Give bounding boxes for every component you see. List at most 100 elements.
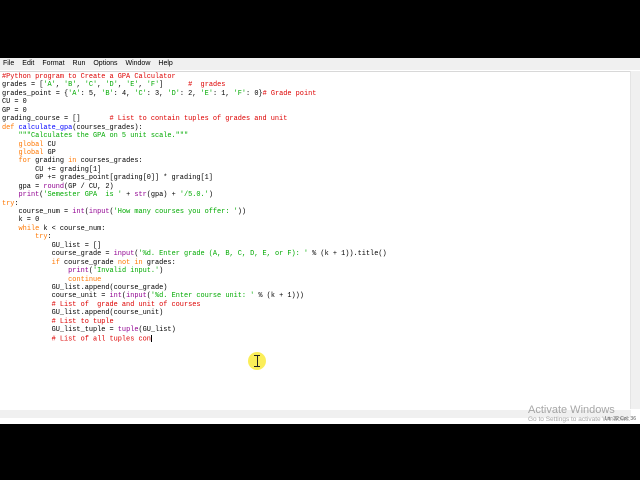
code-token: print bbox=[68, 267, 89, 276]
code-token: GU_list_tuple = bbox=[2, 326, 118, 335]
code-token: for bbox=[18, 157, 31, 166]
code-token: (gpa) + bbox=[146, 191, 180, 200]
code-text: #Python program to Create a GPA Calculat… bbox=[2, 73, 387, 343]
menu-window[interactable]: Window bbox=[121, 58, 154, 70]
code-line: GP += grades_point[grading[0]] * grading… bbox=[2, 174, 387, 182]
code-line: print('Semester GPA is ' + str(gpa) + '/… bbox=[2, 191, 387, 199]
code-token: % (k + 1)).title() bbox=[308, 250, 387, 259]
code-line: #Python program to Create a GPA Calculat… bbox=[2, 73, 387, 81]
code-token: grades = [ bbox=[2, 81, 44, 90]
code-token: courses_grades: bbox=[76, 157, 143, 166]
code-token: % (k + 1))) bbox=[254, 292, 304, 301]
code-token: k < course_num: bbox=[39, 224, 106, 233]
code-token: GP += grades_point[grading[0]] * grading… bbox=[2, 174, 213, 183]
code-token: : 3, bbox=[146, 89, 168, 98]
code-line: CU = 0 bbox=[2, 98, 387, 106]
code-token: if bbox=[51, 258, 60, 267]
code-token: , bbox=[138, 81, 147, 90]
code-token: , bbox=[55, 81, 65, 90]
code-token: )) bbox=[237, 208, 247, 216]
code-token: 'Semester GPA is ' bbox=[43, 191, 122, 200]
code-line: grading_course = [] # List to contain tu… bbox=[2, 115, 387, 123]
code-token: grades_point = { bbox=[2, 89, 69, 98]
code-token: global bbox=[18, 140, 44, 149]
code-line: global GP bbox=[2, 149, 387, 157]
code-line: GU_list.append(course_unit) bbox=[2, 309, 387, 317]
code-token: CU += grading[1] bbox=[2, 165, 102, 174]
code-line: grades = ['A', 'B', 'C', 'D', 'E', 'F'] … bbox=[2, 81, 387, 89]
code-token: ] bbox=[159, 81, 189, 90]
menu-format[interactable]: Format bbox=[38, 58, 68, 70]
menu-help[interactable]: Help bbox=[154, 58, 176, 70]
code-token: calculate_gpa bbox=[18, 123, 73, 132]
vertical-scrollbar[interactable] bbox=[630, 71, 640, 409]
code-token: 'A' bbox=[43, 81, 56, 90]
menu-edit[interactable]: Edit bbox=[18, 58, 38, 70]
code-line: gpa = round(GP / CU, 2) bbox=[2, 183, 387, 191]
code-token: 'D' bbox=[105, 81, 118, 90]
code-token: '/5.0.' bbox=[179, 191, 209, 200]
code-token: # List of grade and unit of courses bbox=[51, 300, 201, 309]
code-token: # Grade point bbox=[262, 89, 317, 98]
code-token: 'How many courses you offer: ' bbox=[113, 208, 238, 216]
code-token: gpa = bbox=[2, 182, 44, 191]
code-token: , bbox=[117, 81, 127, 90]
code-line: # List to tuple bbox=[2, 318, 387, 326]
code-token: # List to contain tuples of grades and u… bbox=[109, 115, 288, 124]
code-token: int bbox=[72, 208, 85, 216]
code-token: print bbox=[18, 191, 40, 200]
menu-run[interactable]: Run bbox=[69, 58, 90, 70]
code-token: : bbox=[14, 199, 19, 208]
code-token: 'F' bbox=[233, 89, 247, 98]
code-token: int bbox=[109, 292, 122, 301]
menu-file[interactable]: File bbox=[0, 58, 18, 70]
code-token: '%d. Enter course unit: ' bbox=[150, 292, 255, 301]
code-token: : 1, bbox=[212, 89, 234, 98]
code-token: 'E' bbox=[126, 81, 139, 90]
code-token: : 0} bbox=[246, 89, 263, 98]
code-line: """Calculates the GPA on 5 unit scale.""… bbox=[2, 132, 387, 140]
code-token: 'C' bbox=[84, 81, 98, 90]
code-token: (GU_list) bbox=[138, 326, 176, 335]
code-token: GU_list.append(course_grade) bbox=[2, 283, 168, 292]
code-line: def calculate_gpa(courses_grades): bbox=[2, 124, 387, 132]
code-token: (GP / CU, 2) bbox=[64, 182, 114, 191]
code-token: course_grade = bbox=[2, 250, 114, 259]
code-line: while k < course_num: bbox=[2, 225, 387, 233]
code-token: while bbox=[18, 224, 40, 233]
code-token: """Calculates the GPA on 5 unit scale.""… bbox=[18, 132, 189, 141]
code-token: global bbox=[18, 148, 44, 157]
code-line: CU += grading[1] bbox=[2, 166, 387, 174]
code-token: # List to tuple bbox=[51, 317, 114, 326]
code-token: str bbox=[134, 191, 147, 200]
code-line: # List of all tuples con bbox=[2, 334, 387, 343]
code-token: , bbox=[76, 81, 85, 90]
code-token: course_grade bbox=[59, 258, 118, 267]
code-token: tuple bbox=[117, 326, 139, 335]
menu-options[interactable]: Options bbox=[89, 58, 121, 70]
code-editor[interactable]: #Python program to Create a GPA Calculat… bbox=[0, 71, 631, 410]
code-token: 'A' bbox=[68, 89, 81, 98]
code-token: 'Invalid input.' bbox=[93, 267, 160, 276]
code-line: course_unit = int(input('%d. Enter cours… bbox=[2, 292, 387, 300]
code-token: # List of all tuples con bbox=[51, 334, 151, 343]
code-token: : 4, bbox=[113, 89, 135, 98]
code-line: # List of grade and unit of courses bbox=[2, 301, 387, 309]
code-token: GP bbox=[43, 148, 56, 157]
code-line: course_num = int(input('How many courses… bbox=[2, 208, 387, 216]
code-line: GU_list_tuple = tuple(GU_list) bbox=[2, 326, 387, 334]
code-line: if course_grade not in grades: bbox=[2, 259, 387, 267]
code-token: 'B' bbox=[101, 89, 114, 98]
code-token: + bbox=[121, 191, 135, 200]
